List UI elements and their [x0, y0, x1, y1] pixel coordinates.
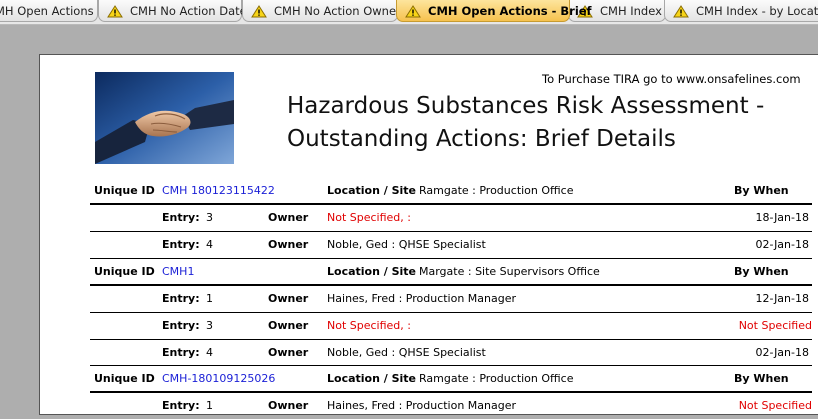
purchase-note: To Purchase TIRA go to www.onsafelines.c…	[542, 72, 801, 86]
entry-row: Entry: 4 Owner Noble, Ged : QHSE Special…	[90, 232, 812, 258]
owner-value: Haines, Fred : Production Manager	[327, 292, 517, 305]
by-when-value: 02-Jan-18	[755, 346, 809, 359]
location-value: Margate : Site Supervisors Office	[419, 265, 600, 278]
location-label: Location / Site	[327, 184, 417, 197]
tab-label: MH Open Actions	[0, 4, 94, 18]
by-when-value: Not Specified	[738, 399, 812, 412]
unique-id-value: CMH 180123115422	[162, 184, 275, 197]
entry-number: 1	[206, 399, 213, 412]
tab-label: CMH Open Actions - Brief	[428, 4, 592, 18]
unique-id-value: CMH1	[162, 265, 195, 278]
tab-cmh-index-by-location[interactable]: CMH Index - by Location	[664, 0, 818, 22]
unique-id-label: Unique ID	[94, 184, 155, 197]
handshake-photo	[95, 72, 234, 164]
location-value: Ramgate : Production Office	[419, 184, 574, 197]
entry-row: Entry: 3 Owner Not Specified, : 18-Jan-1…	[90, 205, 812, 231]
entry-number: 3	[206, 211, 213, 224]
tab-cmh-open-actions-brief[interactable]: CMH Open Actions - Brief	[396, 0, 592, 22]
owner-value: Noble, Ged : QHSE Specialist	[327, 346, 486, 359]
owner-value: Not Specified, :	[327, 319, 411, 332]
location-label: Location / Site	[327, 372, 417, 385]
by-when-value: 02-Jan-18	[755, 238, 809, 251]
by-when-label: By When	[734, 184, 789, 197]
group-header-row: Unique ID CMH-180109125026 Location / Si…	[90, 366, 812, 392]
unique-id-value: CMH-180109125026	[162, 372, 276, 385]
owner-value: Not Specified, :	[327, 211, 411, 224]
group-header-row: Unique ID CMH 180123115422 Location / Si…	[90, 178, 812, 204]
entry-row: Entry: 4 Owner Noble, Ged : QHSE Special…	[90, 340, 812, 366]
entry-label: Entry:	[162, 211, 200, 224]
tab-label: CMH Index - by Location	[696, 4, 818, 18]
warning-triangle-icon	[673, 5, 689, 18]
owner-value: Haines, Fred : Production Manager	[327, 399, 517, 412]
group-header-row: Unique ID CMH1 Location / Site Margate :…	[90, 259, 812, 285]
by-when-label: By When	[734, 265, 789, 278]
report-page: To Purchase TIRA go to www.onsafelines.c…	[40, 55, 818, 414]
entry-row: Entry: 1 Owner Haines, Fred : Production…	[90, 393, 812, 419]
warning-triangle-icon	[107, 5, 123, 18]
report-title-line-2: Outstanding Actions: Brief Details	[287, 126, 676, 152]
by-when-value: Not Specified	[738, 319, 812, 332]
entry-number: 3	[206, 319, 213, 332]
tab-mh-open-actions[interactable]: MH Open Actions	[0, 0, 98, 22]
owner-label: Owner	[268, 399, 309, 412]
owner-value: Noble, Ged : QHSE Specialist	[327, 238, 486, 251]
by-when-label: By When	[734, 372, 789, 385]
sheet-tab-bar: MH Open Actions CMH No Action Date CMH N…	[0, 0, 818, 25]
warning-triangle-icon	[405, 5, 421, 18]
owner-label: Owner	[268, 346, 309, 359]
entry-row: Entry: 3 Owner Not Specified, : Not Spec…	[90, 313, 812, 339]
entry-number: 4	[206, 238, 213, 251]
by-when-value: 18-Jan-18	[755, 211, 809, 224]
location-label: Location / Site	[327, 265, 417, 278]
owner-label: Owner	[268, 319, 309, 332]
entry-label: Entry:	[162, 319, 200, 332]
report-title-line-1: Hazardous Substances Risk Assessment -	[287, 93, 765, 119]
tab-cmh-no-action-date[interactable]: CMH No Action Date	[98, 0, 247, 22]
tab-label: CMH No Action Date	[130, 4, 247, 18]
by-when-value: 12-Jan-18	[755, 292, 809, 305]
owner-label: Owner	[268, 211, 309, 224]
tab-cmh-no-action-owner[interactable]: CMH No Action Owner	[242, 0, 401, 22]
entry-label: Entry:	[162, 346, 200, 359]
warning-triangle-icon	[251, 5, 267, 18]
entry-label: Entry:	[162, 292, 200, 305]
entry-number: 4	[206, 346, 213, 359]
tab-label: CMH No Action Owner	[274, 4, 401, 18]
entry-label: Entry:	[162, 238, 200, 251]
owner-label: Owner	[268, 292, 309, 305]
report-title: Hazardous Substances Risk Assessment - O…	[287, 90, 807, 156]
location-value: Ramgate : Production Office	[419, 372, 574, 385]
tab-label: CMH Index	[600, 4, 662, 18]
unique-id-label: Unique ID	[94, 265, 155, 278]
owner-label: Owner	[268, 238, 309, 251]
entry-label: Entry:	[162, 399, 200, 412]
entry-number: 1	[206, 292, 213, 305]
entry-row: Entry: 1 Owner Haines, Fred : Production…	[90, 286, 812, 312]
unique-id-label: Unique ID	[94, 372, 155, 385]
